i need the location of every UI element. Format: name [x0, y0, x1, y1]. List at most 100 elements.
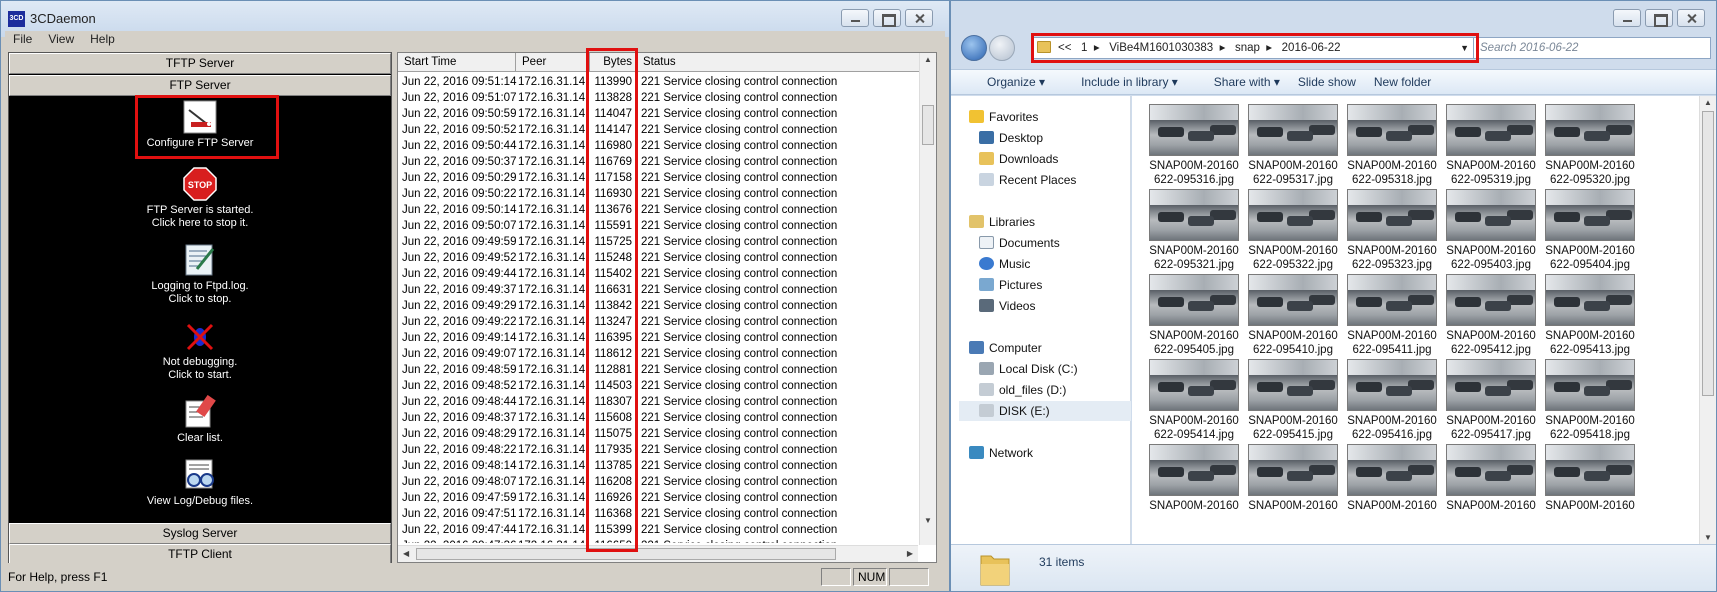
file-item[interactable]: SNAP00M-20160 622-095418.jpg — [1542, 359, 1638, 442]
tftp-server-tab[interactable]: TFTP Server — [9, 53, 391, 74]
file-item[interactable]: SNAP00M-20160 622-095321.jpg — [1146, 189, 1242, 272]
nav-favorites[interactable]: Favorites — [969, 107, 1038, 127]
logging-toggle[interactable]: Logging to Ftpd.log. Click to stop. — [9, 243, 391, 306]
table-row[interactable]: Jun 22, 2016 09:51:07 172.16.31.14 113828 2… — [398, 90, 918, 106]
file-item[interactable]: SNAP00M-20160 622-095318.jpg — [1344, 104, 1440, 187]
log-horizontal-scrollbar[interactable]: ◀ ▶ — [398, 545, 918, 562]
file-item[interactable]: SNAP00M-20160 622-095403.jpg — [1443, 189, 1539, 272]
tftp-client-tab[interactable]: TFTP Client — [9, 544, 391, 565]
explorer-minimize-button[interactable] — [1613, 9, 1641, 27]
nav-network[interactable]: Network — [969, 443, 1033, 463]
file-item[interactable]: SNAP00M-20160 622-095417.jpg — [1443, 359, 1539, 442]
file-item[interactable]: SNAP00M-20160 622-095416.jpg — [1344, 359, 1440, 442]
file-item[interactable]: SNAP00M-20160 622-095410.jpg — [1245, 274, 1341, 357]
table-row[interactable]: Jun 22, 2016 09:49:14 172.16.31.14 116395 2… — [398, 330, 918, 346]
scroll-thumb[interactable] — [922, 105, 934, 145]
nav-videos[interactable]: Videos — [979, 296, 1035, 316]
explorer-scroll-thumb[interactable] — [1702, 111, 1714, 396]
table-row[interactable]: Jun 22, 2016 09:48:14 172.16.31.14 113785 2… — [398, 458, 918, 474]
table-row[interactable]: Jun 22, 2016 09:50:29 172.16.31.14 117158 2… — [398, 170, 918, 186]
file-item[interactable]: SNAP00M-20160 — [1542, 444, 1638, 513]
file-item[interactable]: SNAP00M-20160 — [1443, 444, 1539, 513]
file-item[interactable]: SNAP00M-20160 622-095322.jpg — [1245, 189, 1341, 272]
col-peer[interactable]: Peer — [516, 53, 590, 71]
explorer-close-button[interactable] — [1677, 9, 1705, 27]
nav-local-disk-c[interactable]: Local Disk (C:) — [979, 359, 1078, 379]
table-row[interactable]: Jun 22, 2016 09:49:07 172.16.31.14 118612 2… — [398, 346, 918, 362]
table-row[interactable]: Jun 22, 2016 09:48:07 172.16.31.14 116208 2… — [398, 474, 918, 490]
close-button[interactable] — [905, 9, 933, 27]
explorer-maximize-button[interactable] — [1645, 9, 1673, 27]
nav-music[interactable]: Music — [979, 254, 1030, 274]
view-log-files-button[interactable]: View Log/Debug files. — [9, 458, 391, 508]
minimize-button[interactable] — [841, 9, 869, 27]
table-row[interactable]: Jun 22, 2016 09:47:44 172.16.31.14 115399 2… — [398, 522, 918, 538]
table-row[interactable]: Jun 22, 2016 09:48:22 172.16.31.14 117935 2… — [398, 442, 918, 458]
table-row[interactable]: Jun 22, 2016 09:48:37 172.16.31.14 115608 2… — [398, 410, 918, 426]
debug-toggle[interactable]: Not debugging. Click to start. — [9, 319, 391, 382]
nav-pictures[interactable]: Pictures — [979, 275, 1042, 295]
table-row[interactable]: Jun 22, 2016 09:49:29 172.16.31.14 113842 2… — [398, 298, 918, 314]
file-item[interactable]: SNAP00M-20160 622-095405.jpg — [1146, 274, 1242, 357]
ftp-server-started[interactable]: STOP FTP Server is started. Click here t… — [9, 167, 391, 230]
file-item[interactable]: SNAP00M-20160 — [1344, 444, 1440, 513]
file-item[interactable]: SNAP00M-20160 — [1245, 444, 1341, 513]
explorer-vertical-scrollbar[interactable]: ▲ ▼ — [1699, 96, 1716, 544]
table-row[interactable]: Jun 22, 2016 09:49:22 172.16.31.14 113247 2… — [398, 314, 918, 330]
slide-show-button[interactable]: Slide show — [1298, 75, 1356, 89]
table-row[interactable]: Jun 22, 2016 09:50:59 172.16.31.14 114047 2… — [398, 106, 918, 122]
file-item[interactable]: SNAP00M-20160 622-095413.jpg — [1542, 274, 1638, 357]
menu-help[interactable]: Help — [82, 31, 123, 49]
file-item[interactable]: SNAP00M-20160 622-095404.jpg — [1542, 189, 1638, 272]
clear-list-button[interactable]: Clear list. — [9, 394, 391, 445]
nav-libraries[interactable]: Libraries — [969, 212, 1035, 232]
file-item[interactable]: SNAP00M-20160 622-095412.jpg — [1443, 274, 1539, 357]
table-row[interactable]: Jun 22, 2016 09:50:07 172.16.31.14 115591 2… — [398, 218, 918, 234]
file-item[interactable]: SNAP00M-20160 622-095320.jpg — [1542, 104, 1638, 187]
table-row[interactable]: Jun 22, 2016 09:50:44 172.16.31.14 116980 2… — [398, 138, 918, 154]
table-row[interactable]: Jun 22, 2016 09:47:36172.16.31.141166502… — [398, 538, 918, 543]
nav-documents[interactable]: Documents — [979, 233, 1060, 253]
table-row[interactable]: Jun 22, 2016 09:49:37 172.16.31.14 116631 2… — [398, 282, 918, 298]
table-row[interactable]: Jun 22, 2016 09:49:44 172.16.31.14 115402 2… — [398, 266, 918, 282]
maximize-button[interactable] — [873, 9, 901, 27]
file-item[interactable]: SNAP00M-20160 622-095411.jpg — [1344, 274, 1440, 357]
table-row[interactable]: Jun 22, 2016 09:51:14 172.16.31.14 113990 2… — [398, 74, 918, 90]
table-row[interactable]: Jun 22, 2016 09:50:52 172.16.31.14 114147 2… — [398, 122, 918, 138]
col-status[interactable]: Status — [637, 53, 920, 71]
log-vertical-scrollbar[interactable]: ▲ ▼ — [919, 53, 936, 545]
ftp-server-tab[interactable]: FTP Server — [9, 75, 391, 96]
file-item[interactable]: SNAP00M-20160 622-095414.jpg — [1146, 359, 1242, 442]
file-item[interactable]: SNAP00M-20160 622-095316.jpg — [1146, 104, 1242, 187]
table-row[interactable]: Jun 22, 2016 09:48:59 172.16.31.14 112881 2… — [398, 362, 918, 378]
menu-file[interactable]: File — [5, 31, 40, 49]
table-row[interactable]: Jun 22, 2016 09:50:22 172.16.31.14 116930 2… — [398, 186, 918, 202]
organize-button[interactable]: Organize ▾ — [969, 75, 1045, 89]
col-start-time[interactable]: Start Time — [398, 53, 516, 71]
share-with-button[interactable]: Share with ▾ — [1196, 75, 1280, 89]
file-item[interactable]: SNAP00M-20160 — [1146, 444, 1242, 513]
nav-downloads[interactable]: Downloads — [979, 149, 1058, 169]
menu-view[interactable]: View — [40, 31, 82, 49]
file-item[interactable]: SNAP00M-20160 622-095319.jpg — [1443, 104, 1539, 187]
file-item[interactable]: SNAP00M-20160 622-095317.jpg — [1245, 104, 1341, 187]
nav-old-files-d[interactable]: old_files (D:) — [979, 380, 1066, 400]
table-row[interactable]: Jun 22, 2016 09:48:52 172.16.31.14 114503 2… — [398, 378, 918, 394]
nav-computer[interactable]: Computer — [969, 338, 1042, 358]
table-row[interactable]: Jun 22, 2016 09:47:51 172.16.31.14 116368 2… — [398, 506, 918, 522]
syslog-server-tab[interactable]: Syslog Server — [9, 523, 391, 544]
table-row[interactable]: Jun 22, 2016 09:47:59 172.16.31.14 116926 2… — [398, 490, 918, 506]
file-item[interactable]: SNAP00M-20160 622-095415.jpg — [1245, 359, 1341, 442]
table-row[interactable]: Jun 22, 2016 09:48:44 172.16.31.14 118307 2… — [398, 394, 918, 410]
new-folder-button[interactable]: New folder — [1374, 75, 1431, 89]
nav-desktop[interactable]: Desktop — [979, 128, 1043, 148]
nav-recent-places[interactable]: Recent Places — [979, 170, 1076, 190]
table-row[interactable]: Jun 22, 2016 09:50:14 172.16.31.14 113676 2… — [398, 202, 918, 218]
table-row[interactable]: Jun 22, 2016 09:50:37 172.16.31.14 116769 2… — [398, 154, 918, 170]
file-item[interactable]: SNAP00M-20160 622-095323.jpg — [1344, 189, 1440, 272]
forward-button[interactable] — [989, 35, 1015, 61]
nav-disk-e[interactable]: DISK (E:) — [959, 401, 1131, 421]
table-row[interactable]: Jun 22, 2016 09:49:59 172.16.31.14 115725 2… — [398, 234, 918, 250]
table-row[interactable]: Jun 22, 2016 09:49:52 172.16.31.14 115248 2… — [398, 250, 918, 266]
include-in-library-button[interactable]: Include in library ▾ — [1063, 75, 1178, 89]
